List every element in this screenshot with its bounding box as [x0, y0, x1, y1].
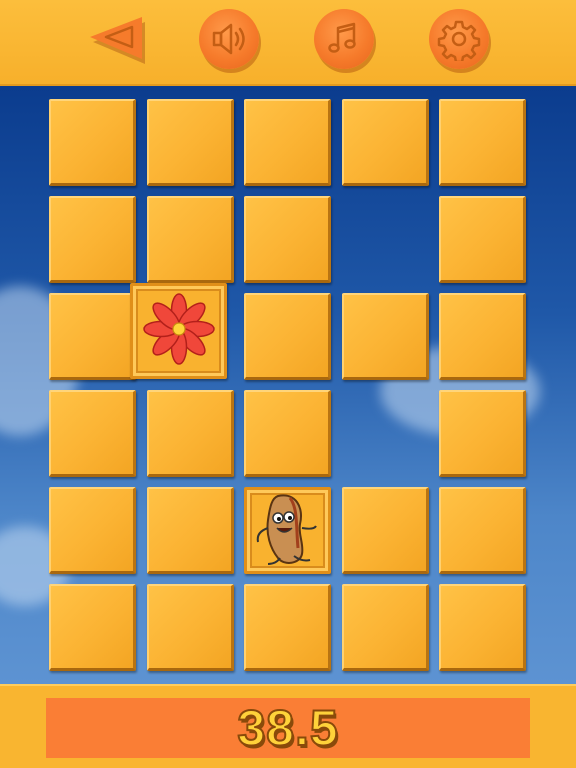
footer-bar: 38.5: [0, 684, 576, 768]
card-tile[interactable]: [439, 293, 526, 380]
timer-value: 38.5: [236, 699, 339, 757]
card-tile[interactable]: [147, 196, 234, 283]
card-tile[interactable]: [439, 584, 526, 671]
speaker-icon: [212, 23, 245, 55]
card-tile[interactable]: [49, 584, 136, 671]
card-tile[interactable]: [439, 196, 526, 283]
card-tile[interactable]: [439, 99, 526, 186]
gear-icon: [437, 20, 481, 61]
back-triangle-icon: [90, 17, 145, 64]
card-tile[interactable]: [244, 196, 331, 283]
card-tile[interactable]: [244, 584, 331, 671]
card-tile[interactable]: [244, 293, 331, 380]
card-revealed-flower[interactable]: [130, 283, 227, 379]
red-flower-icon: [141, 291, 217, 372]
card-revealed-bean[interactable]: [244, 487, 331, 574]
card-tile[interactable]: [244, 99, 331, 186]
card-tile[interactable]: [147, 99, 234, 186]
card-tile[interactable]: [147, 390, 234, 477]
settings-button[interactable]: [429, 9, 489, 69]
card-tile[interactable]: [342, 487, 429, 574]
card-tile[interactable]: [439, 390, 526, 477]
card-tile[interactable]: [342, 293, 429, 380]
music-note-icon: [328, 22, 356, 53]
card-tile[interactable]: [49, 293, 136, 380]
game-board: [0, 86, 576, 684]
music-button[interactable]: [314, 9, 374, 69]
card-tile[interactable]: [439, 487, 526, 574]
card-tile[interactable]: [342, 584, 429, 671]
card-tile[interactable]: [147, 584, 234, 671]
card-tile[interactable]: [244, 390, 331, 477]
back-button[interactable]: [84, 9, 148, 69]
bean-character-icon: [248, 488, 328, 573]
card-tile[interactable]: [49, 196, 136, 283]
card-tile[interactable]: [49, 487, 136, 574]
card-tile[interactable]: [147, 487, 234, 574]
top-toolbar: [0, 0, 576, 86]
timer-bar: 38.5: [46, 698, 530, 758]
card-tile[interactable]: [342, 99, 429, 186]
card-tile[interactable]: [49, 390, 136, 477]
sound-button[interactable]: [199, 9, 259, 69]
card-tile[interactable]: [49, 99, 136, 186]
